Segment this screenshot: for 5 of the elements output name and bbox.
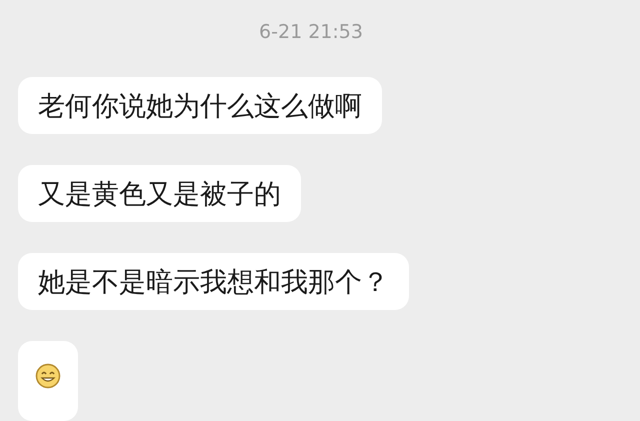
message-bubble: 老何你说她为什么这么做啊 bbox=[18, 77, 382, 134]
timestamp: 6-21 21:53 bbox=[259, 20, 363, 45]
message-bubble: 她是不是暗示我想和我那个？ bbox=[18, 253, 409, 310]
message-bubble: 又是黄色又是被子的 bbox=[18, 165, 301, 222]
smiley-icon bbox=[35, 363, 61, 389]
